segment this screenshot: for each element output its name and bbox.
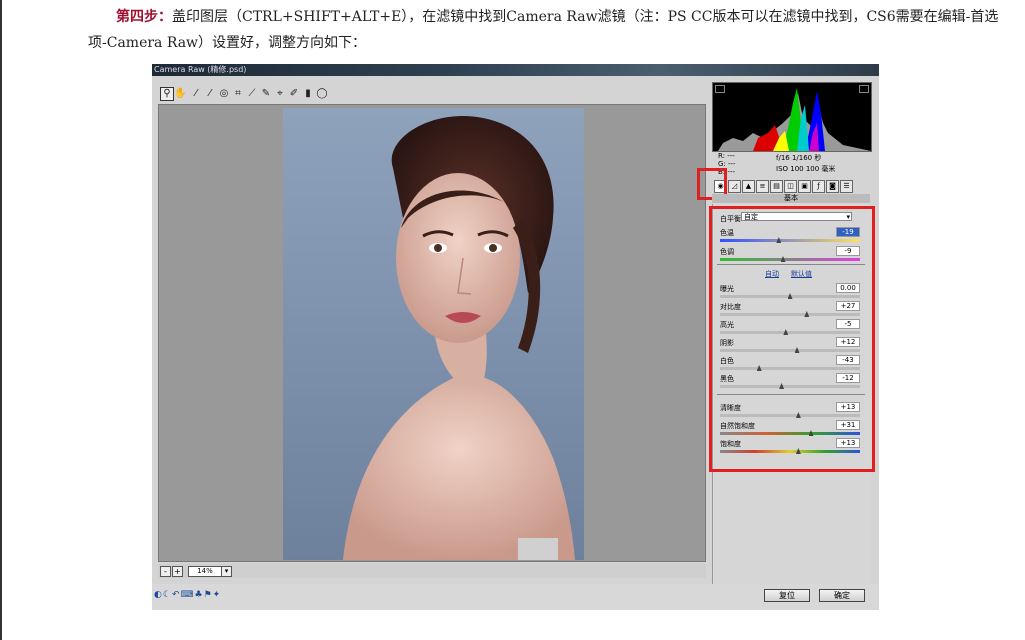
step-text: 盖印图层（CTRL+SHIFT+ALT+E），在滤镜中找到Camera Raw滤…: [172, 9, 999, 25]
tab-effects-icon[interactable]: ▣: [798, 180, 811, 193]
keyboard-icon[interactable]: ⌨: [180, 590, 194, 600]
reset-button[interactable]: 复位: [764, 589, 810, 602]
portrait-photo: [283, 108, 584, 560]
tshirt-icon[interactable]: ⚑: [204, 590, 213, 600]
zoom-bar: - + 14% ▾: [158, 564, 706, 578]
zoom-tool-icon[interactable]: ⚲: [160, 87, 174, 101]
article-line-2: 项-Camera Raw）设置好，调整方向如下：: [88, 35, 367, 51]
target-adjust-icon[interactable]: ◎: [218, 88, 230, 100]
section-title: 基本: [712, 194, 870, 203]
highlight-box-panel: [709, 206, 875, 472]
zoom-dropdown-icon[interactable]: ▾: [221, 566, 232, 577]
g-value: G: ---: [718, 160, 736, 168]
zoom-value[interactable]: 14%: [188, 566, 222, 577]
histogram: [712, 82, 872, 152]
color-sampler-icon[interactable]: ⁄: [204, 88, 216, 100]
bottom-icons: ◐☾↶⌨♣⚑✦: [154, 590, 221, 600]
tab-tone-curve-icon[interactable]: ◿: [728, 180, 741, 193]
camera-raw-screenshot: Camera Raw (精修.psd) ⚲ ✋ ⁄ ⁄ ◎ ⌗ ⟋ ✎ ⌖ ✐ …: [152, 64, 879, 610]
tab-presets-icon[interactable]: ☰: [840, 180, 853, 193]
step-label: 第四步：: [116, 9, 172, 25]
tab-hsl-icon[interactable]: ≡: [756, 180, 769, 193]
tree-icon[interactable]: ♣: [194, 590, 203, 600]
tab-split-toning-icon[interactable]: ▤: [770, 180, 783, 193]
exif-readout: f/16 1/160 秒 ISO 100 100 毫米: [776, 153, 835, 175]
page-left-rule: [0, 0, 2, 640]
spot-removal-icon[interactable]: ✎: [260, 88, 272, 100]
tab-fx-icon[interactable]: ƒ: [812, 180, 825, 193]
hand-tool-icon[interactable]: ✋: [174, 88, 186, 100]
adjustment-brush-icon[interactable]: ✐: [288, 88, 300, 100]
r-value: R: ---: [718, 152, 735, 160]
window-title: Camera Raw (精修.psd): [152, 64, 879, 76]
crop-tool-icon[interactable]: ⌗: [232, 88, 244, 100]
white-balance-tool-icon[interactable]: ⁄: [190, 88, 202, 100]
tab-lens-icon[interactable]: ◫: [784, 180, 797, 193]
info-readout: R: --- G: --- B: --- f/16 1/160 秒 ISO 10…: [712, 151, 870, 176]
preview-canvas[interactable]: [158, 104, 706, 562]
wrench-icon[interactable]: ✦: [213, 590, 222, 600]
tool-strip: ⚲ ✋ ⁄ ⁄ ◎ ⌗ ⟋ ✎ ⌖ ✐ ▮ ◯: [158, 86, 706, 102]
shadow-clip-icon[interactable]: [715, 85, 725, 93]
article-text: 第四步：盖印图层（CTRL+SHIFT+ALT+E），在滤镜中找到Camera …: [88, 4, 1018, 56]
histogram-graph: [718, 88, 871, 151]
straighten-tool-icon[interactable]: ⟋: [246, 88, 258, 100]
graduated-filter-icon[interactable]: ▮: [302, 88, 314, 100]
exif-iso-focal: ISO 100 100 毫米: [776, 165, 836, 173]
zoom-out-button[interactable]: -: [160, 566, 171, 577]
ok-button[interactable]: 确定: [819, 589, 865, 602]
portrait-illustration: [343, 116, 575, 560]
article-line-1: 第四步：盖印图层（CTRL+SHIFT+ALT+E），在滤镜中找到Camera …: [88, 4, 1018, 30]
red-eye-icon[interactable]: ⌖: [274, 88, 286, 100]
exif-aperture-shutter: f/16 1/160 秒: [776, 154, 822, 162]
zoom-in-button[interactable]: +: [172, 566, 183, 577]
night-icon[interactable]: ☾: [163, 590, 172, 600]
tab-detail-icon[interactable]: ▲: [742, 180, 755, 193]
highlight-clip-icon[interactable]: [859, 85, 869, 93]
panel-tabs: ◉ ◿ ▲ ≡ ▤ ◫ ▣ ƒ ◙ ☰: [712, 180, 870, 193]
bottom-bar: ◐☾↶⌨♣⚑✦ 复位 确定: [152, 584, 879, 610]
rotate-icon[interactable]: ◐: [154, 590, 163, 600]
radial-filter-icon[interactable]: ◯: [316, 88, 328, 100]
tab-camera-calibration-icon[interactable]: ◙: [826, 180, 839, 193]
